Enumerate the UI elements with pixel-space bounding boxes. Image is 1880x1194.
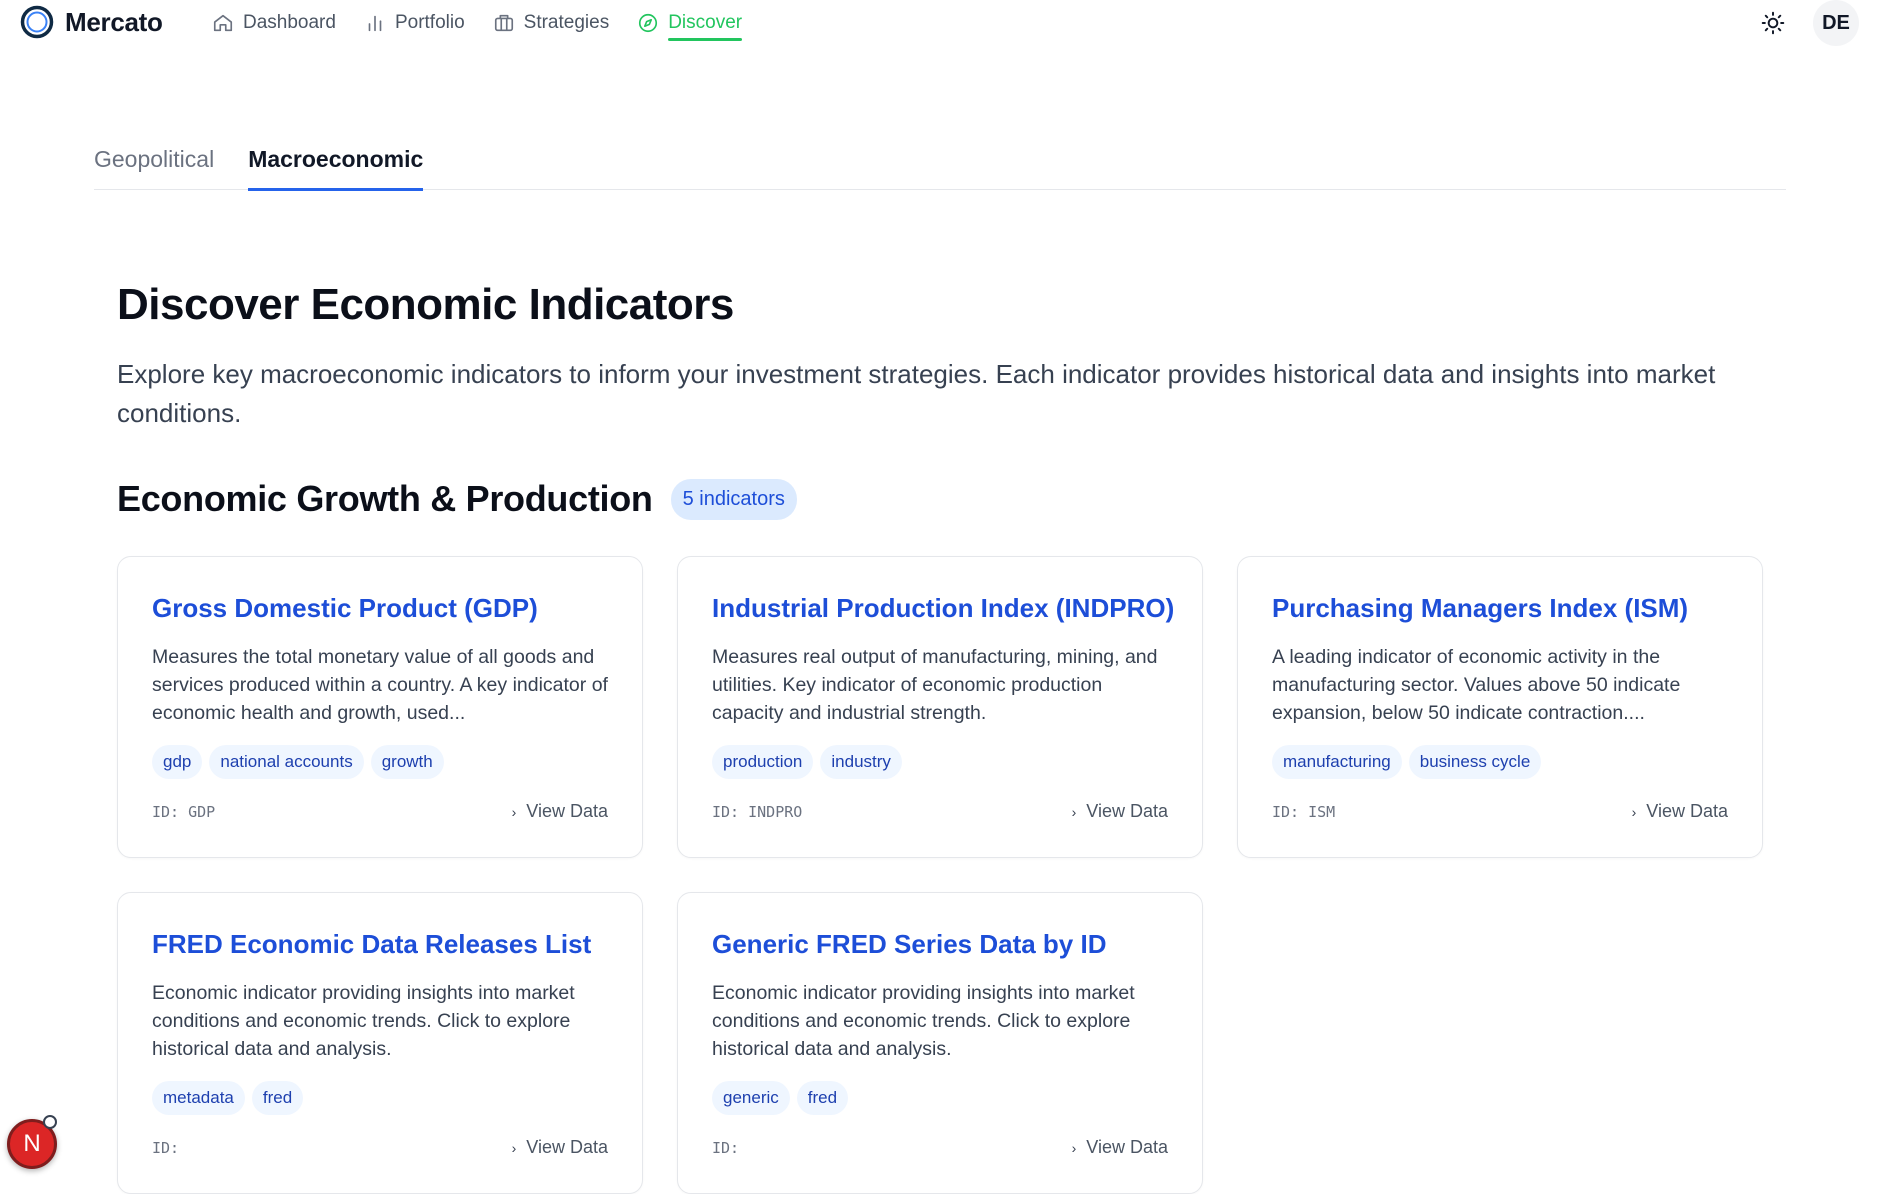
- card-description: A leading indicator of economic activity…: [1272, 646, 1681, 724]
- view-data-button[interactable]: › View Data: [512, 801, 608, 822]
- app-name: Mercato: [65, 6, 163, 37]
- nav-item-portfolio[interactable]: Portfolio: [364, 0, 465, 46]
- nav-item-discover[interactable]: Discover: [637, 0, 742, 46]
- tag-list: production industry: [712, 745, 1168, 779]
- nav-label-discover: Discover: [668, 12, 743, 33]
- tag-list: manufacturing business cycle: [1272, 745, 1728, 779]
- tag[interactable]: growth: [370, 745, 444, 779]
- nav-item-strategies[interactable]: Strategies: [493, 0, 610, 46]
- view-data-button[interactable]: › View Data: [1072, 801, 1168, 822]
- tag[interactable]: fred: [251, 1081, 304, 1115]
- indicator-id: ID:: [712, 1138, 740, 1157]
- card-footer: ID: ISM › View Data: [1272, 801, 1728, 822]
- user-avatar[interactable]: DE: [1813, 0, 1859, 46]
- indicator-count-badge: 5 indicators: [670, 478, 797, 520]
- view-data-label: View Data: [1086, 1137, 1168, 1157]
- nav-label-portfolio: Portfolio: [394, 12, 465, 33]
- tab-macroeconomic[interactable]: Macroeconomic: [248, 140, 424, 191]
- indicator-id: ID: ISM: [1272, 802, 1336, 821]
- nav-label-strategies: Strategies: [523, 12, 610, 33]
- bar-chart-icon: [368, 15, 382, 32]
- brand[interactable]: Mercato: [20, 5, 163, 39]
- tag[interactable]: fred: [796, 1081, 849, 1115]
- indicator-card-fred-series[interactable]: Generic FRED Series Data by ID Economic …: [677, 892, 1203, 1194]
- tag[interactable]: production: [712, 745, 814, 779]
- view-data-label: View Data: [526, 1137, 608, 1157]
- tab-geopolitical[interactable]: Geopolitical: [94, 140, 214, 190]
- view-data-button[interactable]: › View Data: [1072, 1137, 1168, 1158]
- card-title[interactable]: Purchasing Managers Index (ISM): [1272, 593, 1728, 627]
- indicator-card-gdp[interactable]: Gross Domestic Product (GDP) Measures th…: [117, 556, 643, 858]
- tag-list: gdp national accounts growth: [152, 745, 608, 779]
- tag[interactable]: metadata: [152, 1081, 245, 1115]
- chevron-right-icon: ›: [1631, 803, 1637, 820]
- chevron-right-icon: ›: [511, 803, 517, 820]
- card-footer: ID: GDP › View Data: [152, 801, 608, 822]
- card-footer: ID: › View Data: [712, 1137, 1168, 1158]
- card-description: Economic indicator providing insights in…: [712, 982, 1135, 1060]
- tag-list: metadata fred: [152, 1081, 608, 1115]
- top-navigation-bar: Mercato Dashboard Portfolio Strategies D…: [0, 0, 1880, 46]
- chevron-right-icon: ›: [1071, 803, 1077, 820]
- view-data-label: View Data: [1086, 801, 1168, 821]
- section-title: Economic Growth & Production: [117, 478, 653, 519]
- sun-icon[interactable]: [1760, 10, 1786, 36]
- tag[interactable]: gdp: [152, 745, 203, 779]
- card-description: Measures the total monetary value of all…: [152, 646, 608, 724]
- tag[interactable]: industry: [820, 745, 902, 779]
- indicator-id: ID: GDP: [152, 802, 216, 821]
- card-title[interactable]: Gross Domestic Product (GDP): [152, 593, 608, 627]
- section-header: Economic Growth & Production 5 indicator…: [117, 478, 797, 520]
- category-tabs: Geopolitical Macroeconomic: [94, 140, 1786, 191]
- compass-icon: [639, 13, 658, 33]
- main-nav: Dashboard Portfolio Strategies Discover: [212, 0, 770, 46]
- card-title[interactable]: FRED Economic Data Releases List: [152, 929, 608, 963]
- nav-label-dashboard: Dashboard: [243, 12, 336, 33]
- chevron-right-icon: ›: [1071, 1139, 1077, 1156]
- notification-dot-icon: [43, 1115, 57, 1129]
- mercato-logo-icon: [20, 5, 54, 39]
- tag[interactable]: national accounts: [209, 745, 364, 779]
- view-data-label: View Data: [526, 801, 608, 821]
- briefcase-icon: [494, 14, 513, 32]
- card-footer: ID: INDPRO › View Data: [712, 801, 1168, 822]
- tag-list: generic fred: [712, 1081, 1168, 1115]
- card-description: Measures real output of manufacturing, m…: [712, 646, 1158, 724]
- card-title[interactable]: Generic FRED Series Data by ID: [712, 929, 1168, 963]
- card-title[interactable]: Industrial Production Index (INDPRO): [712, 593, 1174, 627]
- tag[interactable]: manufacturing: [1272, 745, 1402, 779]
- card-description: Economic indicator providing insights in…: [152, 982, 575, 1060]
- indicator-card-fred-releases[interactable]: FRED Economic Data Releases List Economi…: [117, 892, 643, 1194]
- nav-item-dashboard[interactable]: Dashboard: [212, 0, 336, 46]
- tag[interactable]: generic: [712, 1081, 790, 1115]
- tag[interactable]: business cycle: [1408, 745, 1542, 779]
- view-data-label: View Data: [1646, 801, 1728, 821]
- indicator-id: ID:: [152, 1138, 180, 1157]
- indicator-card-indpro[interactable]: Industrial Production Index (INDPRO) Mea…: [677, 556, 1203, 858]
- indicator-card-ism[interactable]: Purchasing Managers Index (ISM) A leadin…: [1237, 556, 1763, 858]
- view-data-button[interactable]: › View Data: [512, 1137, 608, 1158]
- view-data-button[interactable]: › View Data: [1632, 801, 1728, 822]
- indicator-id: ID: INDPRO: [712, 802, 803, 821]
- card-footer: ID: › View Data: [152, 1137, 608, 1158]
- home-icon: [213, 14, 233, 32]
- page-description: Explore key macroeconomic indicators to …: [117, 359, 1716, 428]
- chevron-right-icon: ›: [511, 1139, 517, 1156]
- page-title: Discover Economic Indicators: [117, 280, 734, 329]
